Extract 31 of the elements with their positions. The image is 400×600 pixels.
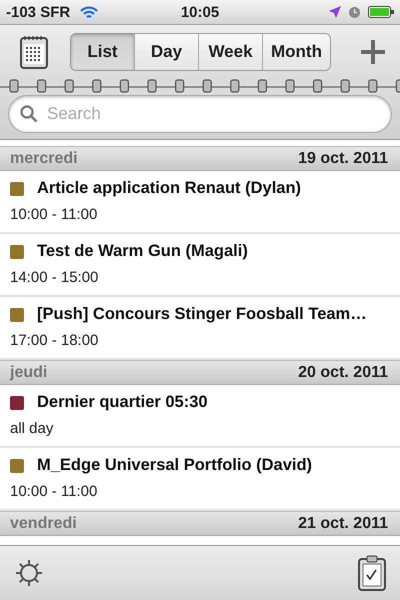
clock-time: 10:05 — [180, 4, 220, 20]
event-time: 10:00 - 11:00 — [10, 206, 98, 223]
view-tab[interactable]: Month — [263, 34, 330, 70]
event-time: 14:00 - 15:00 — [10, 269, 100, 286]
date-label: 21 oct. 2011 — [298, 514, 388, 532]
settings-icon[interactable] — [14, 558, 44, 588]
view-tab[interactable]: Week — [199, 34, 263, 70]
wifi-icon — [80, 6, 98, 18]
event-title[interactable]: M_Edge Universal Portfolio (David) — [37, 456, 312, 475]
add-icon[interactable] — [360, 39, 386, 65]
event-title[interactable]: [Push] Concours Stinger Foosball Team… — [37, 305, 367, 324]
view-tab[interactable]: Day — [135, 34, 199, 70]
weekday-label: vendredi — [10, 514, 77, 532]
weekday-label: mercredi — [10, 150, 78, 168]
event-title[interactable]: Article application Renaut (Dylan) — [37, 179, 302, 198]
view-tab[interactable]: List — [71, 34, 135, 70]
carrier-label: -103 SFR — [6, 4, 70, 20]
event-time: 10:00 - 11:00 — [10, 483, 98, 500]
clipboard-check-icon[interactable] — [358, 555, 386, 591]
date-label: 19 oct. 2011 — [298, 150, 388, 168]
alarm-clock-icon — [349, 6, 360, 18]
event-time: all day — [10, 420, 54, 437]
weekday-label: jeudi — [10, 364, 48, 382]
search-field[interactable]: Search — [8, 95, 392, 133]
calendar-icon[interactable] — [20, 35, 48, 69]
location-arrow-icon — [329, 6, 341, 18]
date-label: 20 oct. 2011 — [298, 364, 388, 382]
battery-icon — [368, 6, 394, 18]
event-title[interactable]: Test de Warm Gun (Magali) — [37, 242, 248, 261]
event-title[interactable]: Dernier quartier 05:30 — [37, 393, 208, 412]
event-time: 17:00 - 18:00 — [10, 332, 100, 349]
